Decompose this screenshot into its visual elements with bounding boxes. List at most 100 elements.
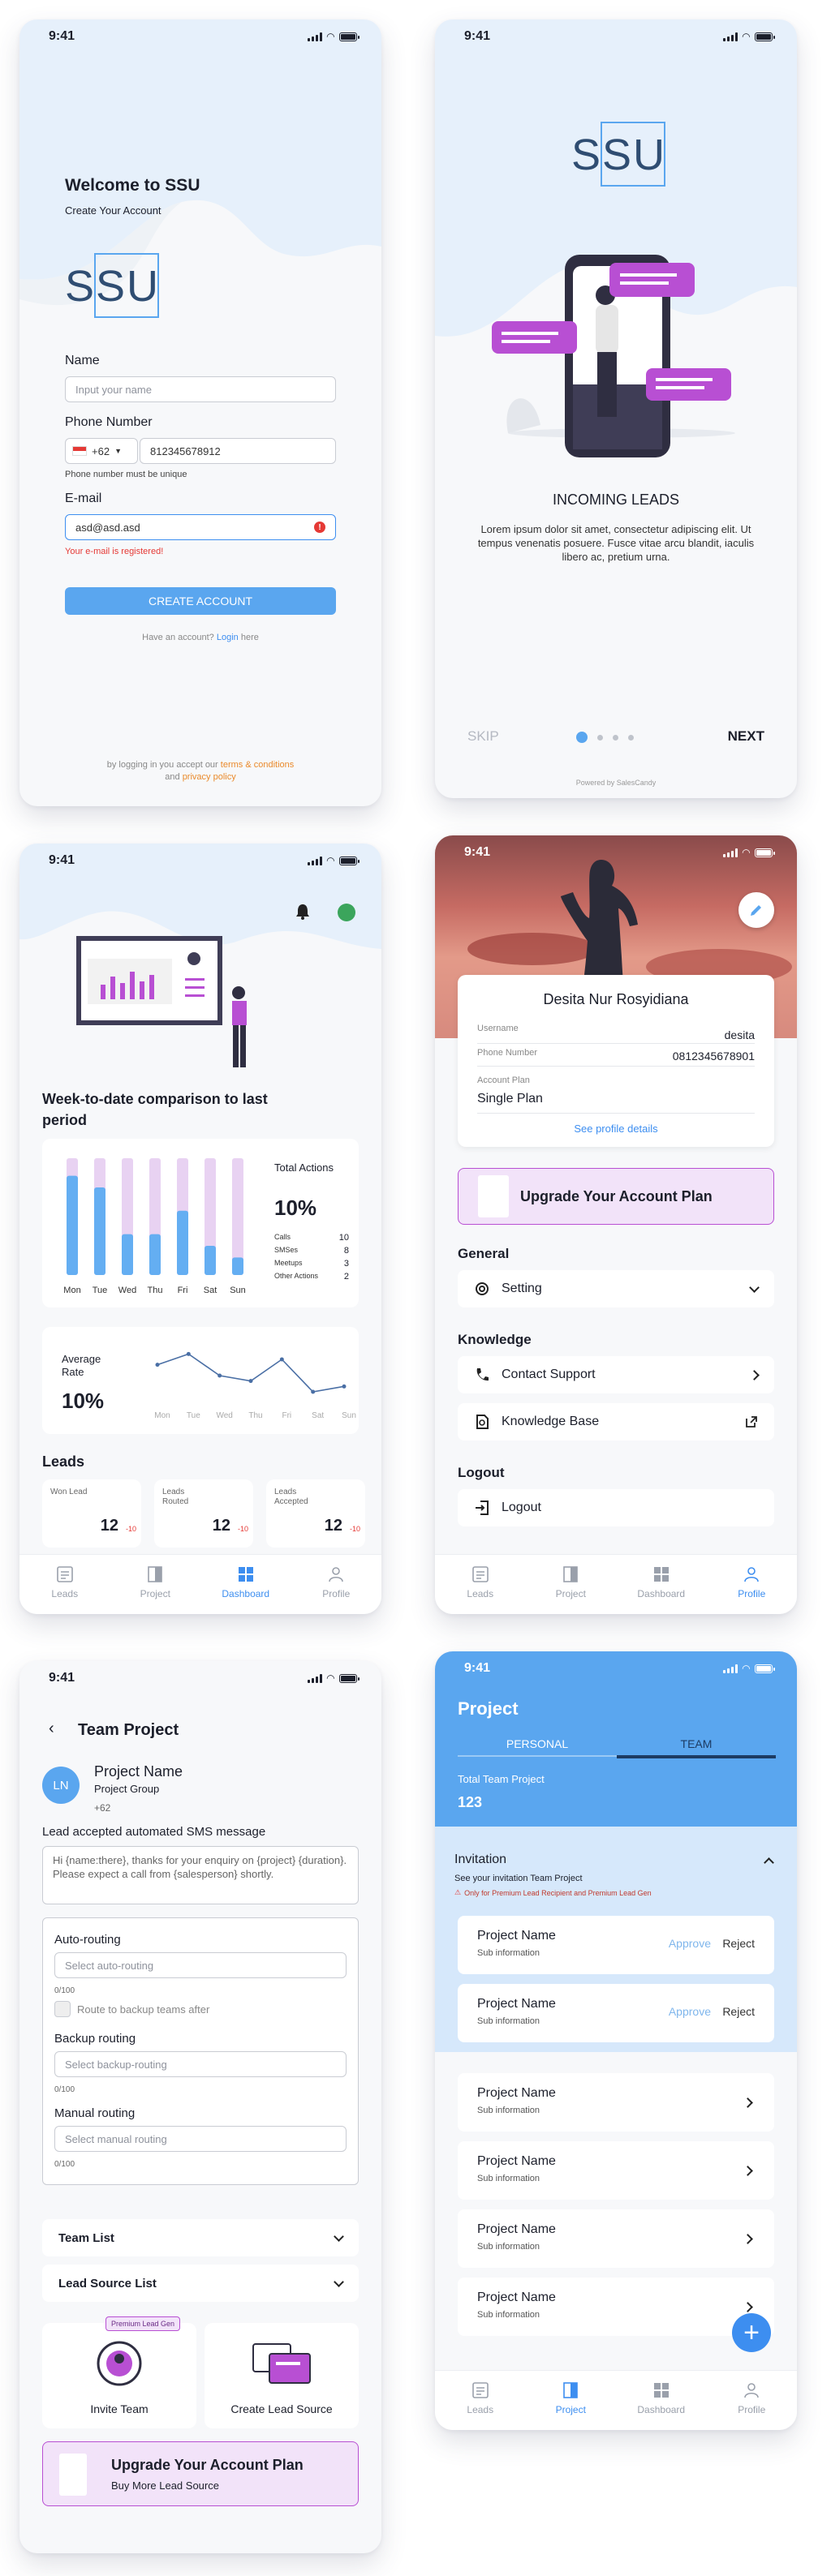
invitation-item[interactable]: Project Name Sub information Approve Reject — [458, 1916, 774, 1974]
reject-button[interactable]: Reject — [722, 2005, 755, 2018]
chevron-up-icon[interactable] — [764, 1857, 774, 1868]
bell-icon[interactable] — [295, 904, 310, 920]
project-list-screen: 9:41 ◠ Project PERSONAL TEAM Total Team … — [435, 1651, 797, 2430]
stat-value: 2 — [343, 1272, 349, 1282]
current-period-bar — [177, 1210, 188, 1275]
terms-link[interactable]: terms & conditions — [221, 760, 294, 770]
average-rate-line — [157, 1353, 345, 1393]
tab-personal[interactable]: PERSONAL — [458, 1737, 617, 1757]
chevron-down-icon: ▼ — [114, 447, 122, 455]
lead-card-label: Won Lead — [50, 1488, 88, 1496]
nav-dashboard[interactable]: Dashboard — [633, 2381, 690, 2415]
email-input[interactable]: asd@asd.asd ! — [65, 514, 336, 540]
create-lead-source-card[interactable]: Create Lead Source — [205, 2323, 359, 2428]
stat-label: Calls — [274, 1233, 291, 1241]
plan-label: Account Plan — [477, 1075, 530, 1085]
invite-team-card[interactable]: Premium Lead Gen Invite Team — [42, 2316, 196, 2428]
see-profile-details-link[interactable]: See profile details — [458, 1123, 774, 1135]
pencil-icon — [751, 905, 761, 916]
x-tick-label: Fri — [282, 1411, 291, 1420]
back-arrow-icon[interactable]: ‹ — [49, 1719, 54, 1738]
gear-icon — [476, 1282, 489, 1295]
project-name: Project Name — [94, 1763, 183, 1780]
manual-routing-select[interactable]: Select manual routing — [54, 2126, 347, 2152]
upgrade-plan-banner[interactable]: Upgrade Your Account Plan Buy More Lead … — [42, 2441, 359, 2506]
project-item[interactable]: Project Name Sub information — [458, 2141, 774, 2200]
lead-cards: Won Lead 12 -10 Leads Routed 12 -10 Leads Acce… — [42, 1479, 365, 1548]
upgrade-plan-banner[interactable]: Upgrade Your Account Plan — [458, 1168, 774, 1225]
team-list-item[interactable]: Team List — [42, 2219, 359, 2256]
project-item-sub: Sub information — [477, 2016, 540, 2026]
nav-profile[interactable]: Profile — [723, 2381, 780, 2415]
stat-row: SMSes 8 — [274, 1246, 349, 1256]
logout-item[interactable]: Logout — [458, 1489, 774, 1526]
status-time: 9:41 — [49, 1671, 75, 1685]
nav-project[interactable]: Project — [127, 1565, 183, 1599]
email-error: Your e-mail is registered! — [65, 547, 164, 556]
stat-row: Other Actions 2 — [274, 1272, 349, 1282]
upgrade-label: Upgrade Your Account Plan — [111, 2457, 304, 2473]
contact-support-item[interactable]: Contact Support — [458, 1356, 774, 1393]
phone-icon — [476, 1368, 489, 1381]
login-link[interactable]: Login — [217, 633, 239, 642]
average-rate-point — [311, 1389, 316, 1394]
nav-dashboard[interactable]: Dashboard — [217, 1565, 274, 1599]
leads-icon — [56, 1565, 73, 1582]
total-team-project-label: Total Team Project — [458, 1773, 545, 1785]
nav-dashboard[interactable]: Dashboard — [633, 1565, 690, 1599]
name-input[interactable]: Input your name — [65, 376, 336, 402]
lead-source-list-item[interactable]: Lead Source List — [42, 2265, 359, 2302]
logout-heading: Logout — [458, 1465, 505, 1480]
project-item[interactable]: Project Name Sub information — [458, 2278, 774, 2336]
tab-team[interactable]: TEAM — [617, 1737, 776, 1758]
nav-project[interactable]: Project — [542, 2381, 599, 2415]
bottom-nav: Leads Project Dashboard Profile — [435, 2370, 797, 2430]
project-icon — [563, 2381, 579, 2398]
project-item[interactable]: Project Name Sub information — [458, 2209, 774, 2268]
phone-input[interactable]: 812345678912 — [140, 438, 336, 464]
x-tick-label: Tue — [93, 1286, 108, 1295]
average-rate-card: Average Rate 10% Mon Tue Wed Thu Fri Sat Sun — [42, 1327, 359, 1434]
create-account-button[interactable]: CREATE ACCOUNT — [65, 587, 336, 615]
nav-project[interactable]: Project — [542, 1565, 599, 1599]
nav-leads[interactable]: Leads — [37, 1565, 93, 1599]
chevron-down-icon — [334, 2230, 344, 2242]
country-code-select[interactable]: +62 ▼ — [65, 438, 138, 464]
upgrade-label: Upgrade Your Account Plan — [520, 1187, 713, 1204]
upgrade-illustration — [59, 2454, 87, 2496]
skip-button[interactable]: SKIP — [467, 728, 499, 745]
project-icon — [148, 1565, 163, 1582]
nav-profile[interactable]: Profile — [723, 1565, 780, 1599]
current-period-bar — [67, 1175, 78, 1275]
invitation-item[interactable]: Project Name Sub information Approve Reject — [458, 1984, 774, 2042]
nav-leads[interactable]: Leads — [452, 1565, 509, 1599]
knowledge-base-item[interactable]: Knowledge Base — [458, 1403, 774, 1440]
next-button[interactable]: NEXT — [728, 728, 764, 745]
edit-profile-button[interactable] — [738, 892, 774, 928]
average-rate-point — [155, 1363, 160, 1367]
backup-routing-select[interactable]: Select backup-routing — [54, 2051, 347, 2077]
add-project-button[interactable]: + — [732, 2313, 771, 2352]
setting-item[interactable]: Setting — [458, 1270, 774, 1307]
phone-hint: Phone number must be unique — [65, 470, 187, 479]
wifi-icon: ◠ — [326, 855, 334, 866]
project-item-sub: Sub information — [477, 2242, 540, 2252]
backup-checkbox[interactable]: Route to backup teams after — [54, 2001, 209, 2017]
approve-button[interactable]: Approve — [669, 2005, 711, 2018]
wifi-icon: ◠ — [326, 31, 334, 42]
auto-routing-label: Auto-routing — [54, 1933, 121, 1947]
privacy-link[interactable]: privacy policy — [183, 772, 236, 782]
sms-message-input[interactable]: Hi {name:there}, thanks for your enquiry… — [42, 1846, 359, 1904]
nav-profile[interactable]: Profile — [308, 1565, 364, 1599]
nav-leads[interactable]: Leads — [452, 2381, 509, 2415]
reject-button[interactable]: Reject — [722, 1937, 755, 1950]
stat-value: 3 — [343, 1259, 349, 1269]
approve-button[interactable]: Approve — [669, 1937, 711, 1950]
dashboard-icon — [653, 1566, 669, 1582]
signal-icon — [722, 848, 738, 857]
current-period-bar — [94, 1187, 105, 1275]
dashboard-headline: Week-to-date comparison to last period — [42, 1091, 268, 1128]
x-tick-label: Wed — [118, 1286, 136, 1295]
project-item[interactable]: Project Name Sub information — [458, 2073, 774, 2132]
auto-routing-select[interactable]: Select auto-routing — [54, 1952, 347, 1978]
